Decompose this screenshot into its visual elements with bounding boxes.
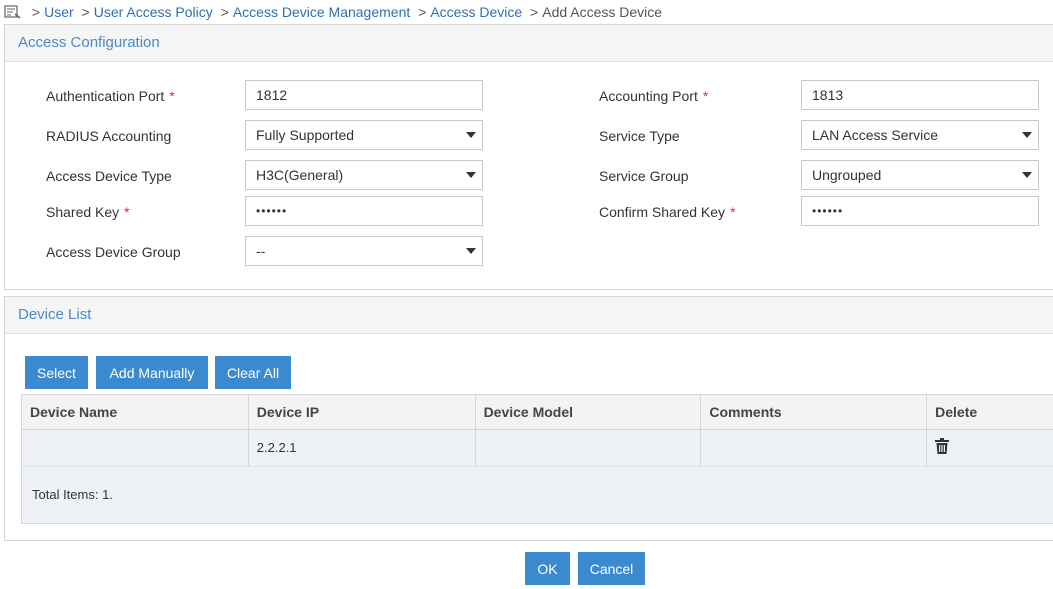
column-header-comments[interactable]: Comments <box>701 395 928 429</box>
auth-port-label: Authentication Port * <box>46 88 175 104</box>
table-row: 2.2.2.1 <box>21 430 1053 467</box>
cell-device-name <box>22 430 249 466</box>
confirm-key-label: Confirm Shared Key * <box>599 204 736 220</box>
device-list-title: Device List <box>5 297 1053 334</box>
breadcrumb-user[interactable]: User <box>44 4 74 20</box>
acct-port-label: Accounting Port * <box>599 88 709 104</box>
access-configuration-title: Access Configuration <box>5 25 1053 62</box>
confirm-key-input[interactable]: •••••• <box>801 196 1039 226</box>
device-table: Device Name Device IP Device Model Comme… <box>21 394 1053 524</box>
total-items: Total Items: 1. <box>21 467 1053 524</box>
breadcrumb-access-device[interactable]: Access Device <box>430 4 522 20</box>
cancel-button[interactable]: Cancel <box>578 552 645 585</box>
table-header: Device Name Device IP Device Model Comme… <box>21 394 1053 430</box>
column-header-device-model[interactable]: Device Model <box>476 395 702 429</box>
select-button[interactable]: Select <box>25 356 88 389</box>
radius-accounting-select[interactable]: Fully Supported <box>245 120 483 150</box>
chevron-down-icon <box>466 132 476 138</box>
breadcrumb-current: Add Access Device <box>542 4 663 20</box>
column-header-device-name[interactable]: Device Name <box>22 395 249 429</box>
shared-key-label: Shared Key * <box>46 204 130 220</box>
cell-device-ip: 2.2.2.1 <box>249 430 476 466</box>
service-group-select[interactable]: Ungrouped <box>801 160 1039 190</box>
chevron-down-icon <box>466 172 476 178</box>
cell-delete <box>927 430 1053 466</box>
breadcrumb-user-access-policy[interactable]: User Access Policy <box>94 4 213 20</box>
ok-button[interactable]: OK <box>525 552 570 585</box>
device-group-select[interactable]: -- <box>245 236 483 266</box>
column-header-delete: Delete <box>935 404 978 420</box>
trash-icon[interactable] <box>935 438 950 454</box>
chevron-down-icon <box>1022 172 1032 178</box>
clear-all-button[interactable]: Clear All <box>215 356 291 389</box>
cell-device-model <box>476 430 702 466</box>
breadcrumb-access-device-management[interactable]: Access Device Management <box>233 4 410 20</box>
device-list-panel: Device List Select Add Manually Clear Al… <box>4 296 1053 541</box>
shared-key-input[interactable]: •••••• <box>245 196 483 226</box>
acct-port-input[interactable]: 1813 <box>801 80 1039 110</box>
service-type-label: Service Type <box>599 128 680 144</box>
access-configuration-panel: Access Configuration Authentication Port… <box>4 24 1053 290</box>
service-type-select[interactable]: LAN Access Service <box>801 120 1039 150</box>
column-header-device-ip[interactable]: Device IP <box>249 395 476 429</box>
chevron-down-icon <box>466 248 476 254</box>
radius-accounting-label: RADIUS Accounting <box>46 128 172 144</box>
device-type-label: Access Device Type <box>46 168 172 184</box>
service-group-label: Service Group <box>599 168 689 184</box>
breadcrumb: > User > User Access Policy > Access Device… <box>4 3 662 21</box>
device-group-label: Access Device Group <box>46 244 181 260</box>
device-type-select[interactable]: H3C(General) <box>245 160 483 190</box>
chevron-down-icon <box>1022 132 1032 138</box>
home-icon[interactable] <box>4 4 22 20</box>
add-manually-button[interactable]: Add Manually <box>96 356 208 389</box>
auth-port-input[interactable]: 1812 <box>245 80 483 110</box>
cell-comments <box>701 430 928 466</box>
